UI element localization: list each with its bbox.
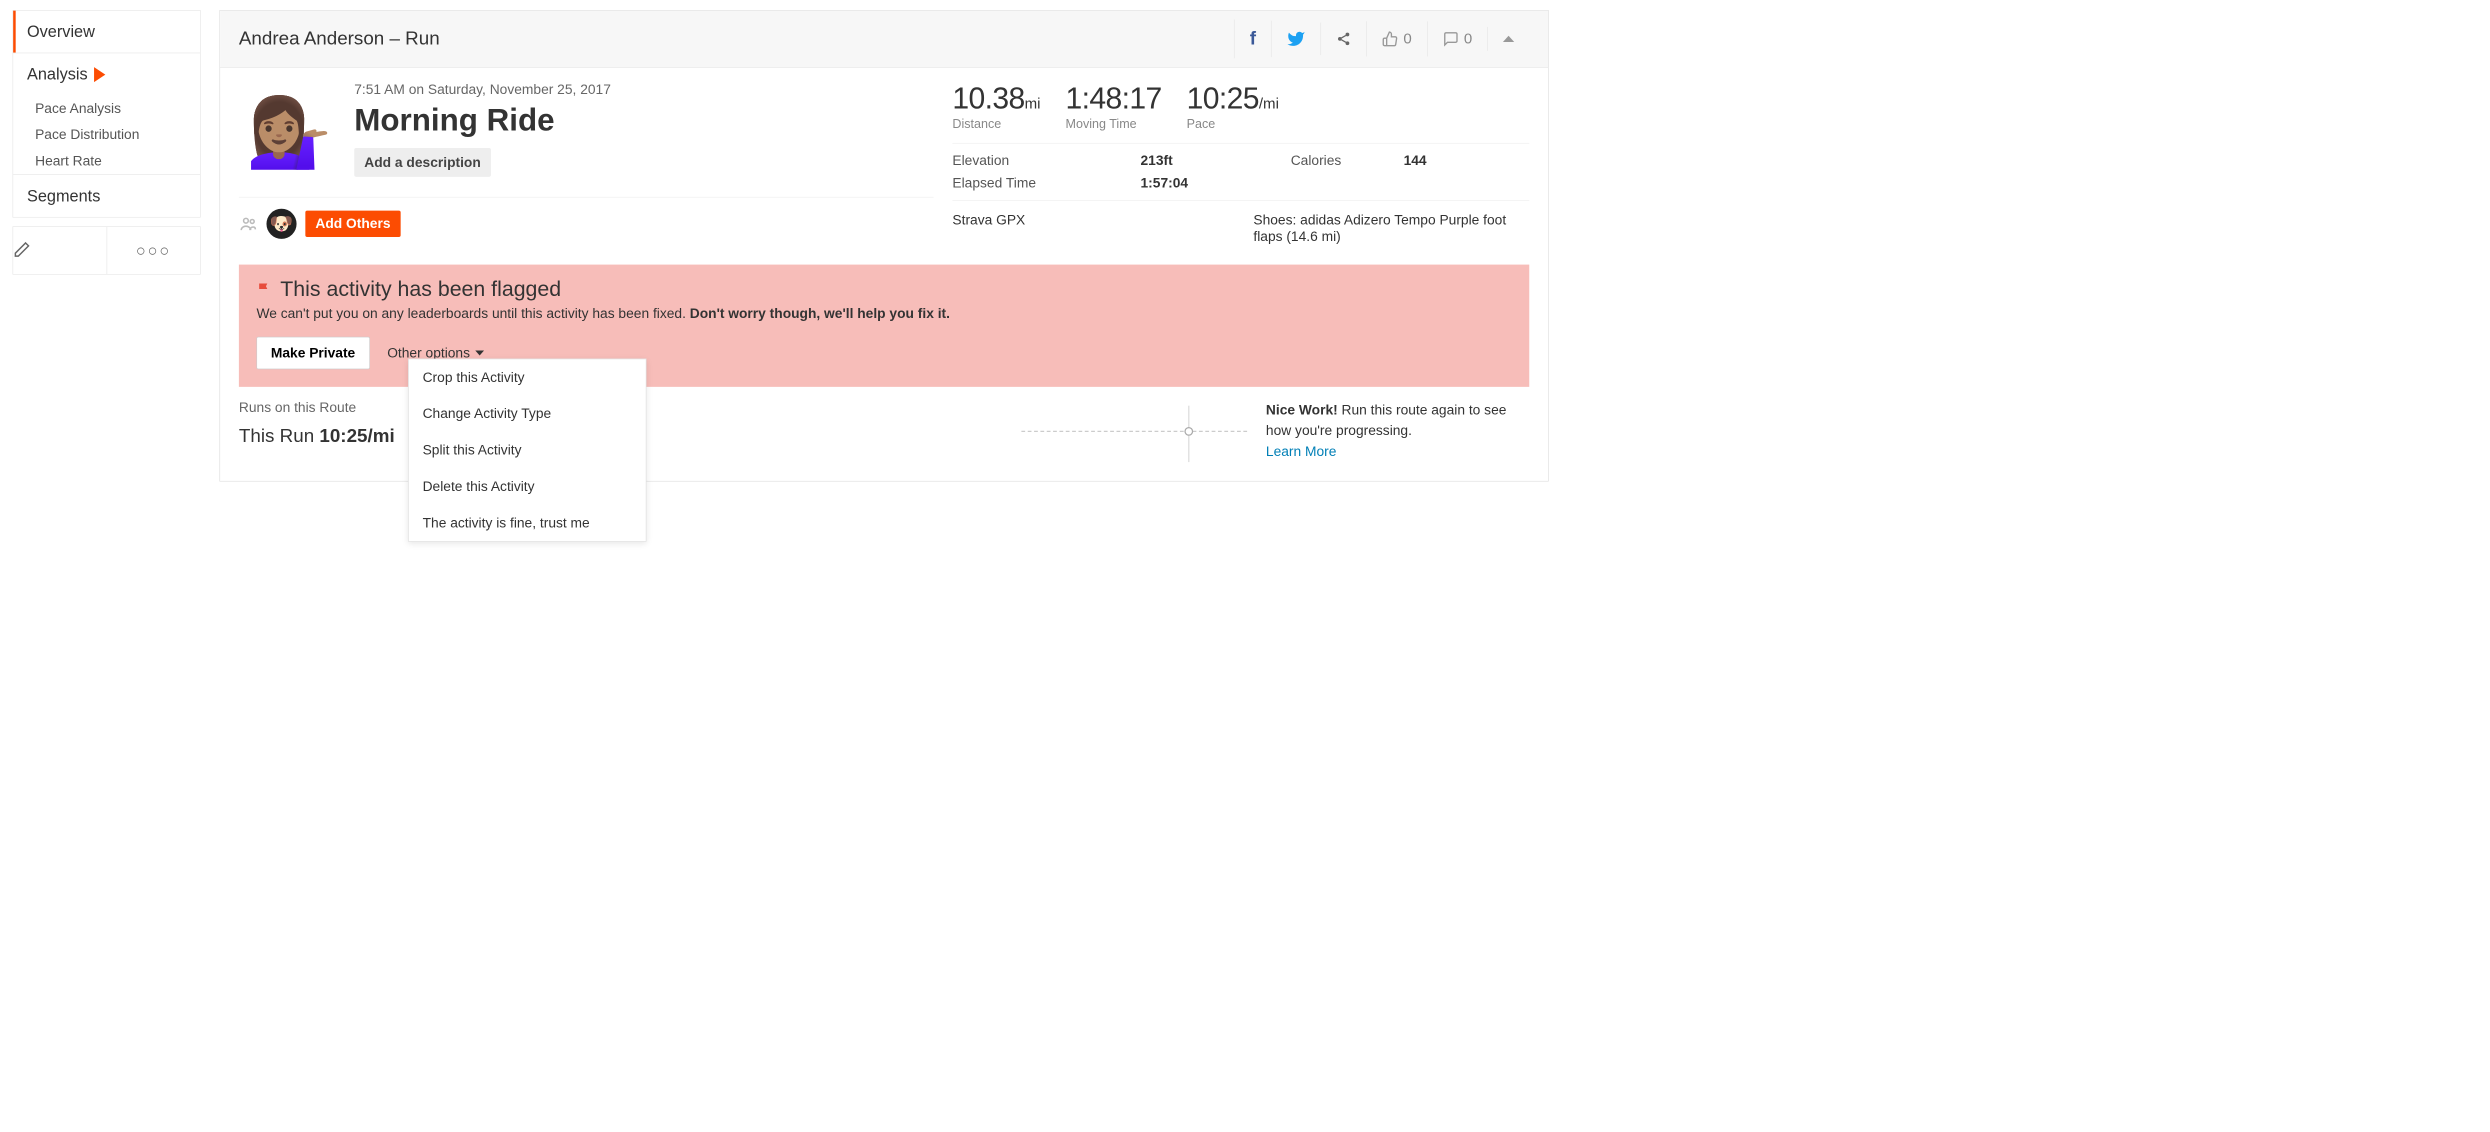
menu-crop-activity[interactable]: Crop this Activity — [409, 359, 646, 395]
sidebar-overview[interactable]: Overview — [13, 11, 200, 53]
kudos-button[interactable]: 0 — [1366, 21, 1426, 56]
menu-activity-fine[interactable]: The activity is fine, trust me — [409, 505, 646, 541]
sidebar: Overview Analysis Pace Analysis Pace Dis… — [13, 10, 201, 482]
this-run-pace: 10:25/mi — [319, 426, 394, 447]
moving-time-value: 1:48:17 — [1066, 82, 1162, 116]
twitter-icon — [1287, 29, 1306, 48]
ellipsis-icon: ○○○ — [136, 241, 171, 260]
flag-icon — [256, 281, 272, 297]
elevation-label: Elevation — [952, 152, 1140, 168]
flag-title-text: This activity has been flagged — [280, 277, 561, 301]
caret-up-icon — [1503, 36, 1514, 42]
comments-button[interactable]: 0 — [1427, 21, 1487, 56]
pace-unit: /mi — [1259, 95, 1279, 112]
menu-split-activity[interactable]: Split this Activity — [409, 432, 646, 468]
calories-value: 144 — [1404, 152, 1530, 168]
people-icon — [239, 214, 258, 233]
flag-body-text: We can't put you on any leaderboards unt… — [256, 305, 689, 321]
device-name: Strava GPX — [952, 212, 1253, 245]
edit-button[interactable] — [13, 227, 106, 274]
share-icon — [1336, 31, 1351, 46]
sidebar-heart-rate[interactable]: Heart Rate — [13, 148, 200, 174]
menu-delete-activity[interactable]: Delete this Activity — [409, 468, 646, 504]
header-bar: Andrea Anderson – Run f 0 0 — [220, 11, 1548, 68]
sidebar-segments[interactable]: Segments — [13, 174, 200, 217]
sidebar-analysis-label: Analysis — [27, 65, 88, 84]
gear-shoes: Shoes: adidas Adizero Tempo Purple foot … — [1253, 212, 1529, 245]
pencil-icon — [13, 241, 31, 259]
participant-avatar[interactable]: 🐶 — [266, 209, 296, 239]
share-button[interactable] — [1321, 23, 1367, 56]
chevron-right-icon — [94, 67, 105, 82]
distance-unit: mi — [1025, 95, 1041, 112]
collapse-button[interactable] — [1487, 27, 1529, 51]
moving-time-label: Moving Time — [1066, 117, 1162, 131]
share-twitter-button[interactable] — [1271, 21, 1321, 57]
activity-title: Morning Ride — [354, 102, 933, 138]
sidebar-pace-distribution[interactable]: Pace Distribution — [13, 122, 200, 148]
this-run-prefix: This Run — [239, 426, 320, 447]
main-panel: Andrea Anderson – Run f 0 0 — [219, 10, 1548, 482]
pace-value: 10:25 — [1187, 82, 1259, 115]
distance-value: 10.38 — [952, 82, 1024, 115]
activity-timestamp: 7:51 AM on Saturday, November 25, 2017 — [354, 82, 933, 98]
route-data-point — [1184, 427, 1193, 436]
other-options-menu: Crop this Activity Change Activity Type … — [408, 359, 646, 542]
flag-body-bold: Don't worry though, we'll help you fix i… — [690, 305, 950, 321]
pace-label: Pace — [1187, 117, 1279, 131]
elapsed-value: 1:57:04 — [1141, 175, 1291, 191]
more-button[interactable]: ○○○ — [106, 227, 200, 274]
comment-icon — [1443, 31, 1459, 47]
breadcrumb: Andrea Anderson – Run — [239, 28, 1234, 49]
avatar[interactable]: 💁🏽‍♀️ — [239, 82, 339, 182]
comment-count: 0 — [1464, 30, 1472, 48]
make-private-button[interactable]: Make Private — [256, 337, 369, 370]
learn-more-link[interactable]: Learn More — [1266, 443, 1337, 459]
elevation-value: 213ft — [1141, 152, 1291, 168]
menu-change-type[interactable]: Change Activity Type — [409, 396, 646, 432]
thumbs-up-icon — [1382, 31, 1398, 47]
distance-label: Distance — [952, 117, 1040, 131]
flag-banner: This activity has been flagged We can't … — [239, 265, 1529, 387]
route-chart — [1021, 399, 1247, 462]
elapsed-label: Elapsed Time — [952, 175, 1140, 191]
sidebar-pace-analysis[interactable]: Pace Analysis — [13, 95, 200, 121]
nice-work-bold: Nice Work! — [1266, 402, 1342, 418]
calories-label: Calories — [1291, 152, 1404, 168]
sidebar-analysis[interactable]: Analysis — [13, 53, 200, 96]
add-description-button[interactable]: Add a description — [354, 148, 491, 177]
kudos-count: 0 — [1403, 30, 1411, 48]
add-others-button[interactable]: Add Others — [305, 211, 400, 237]
facebook-icon: f — [1250, 28, 1256, 49]
share-facebook-button[interactable]: f — [1234, 19, 1271, 58]
caret-down-icon — [475, 350, 484, 355]
